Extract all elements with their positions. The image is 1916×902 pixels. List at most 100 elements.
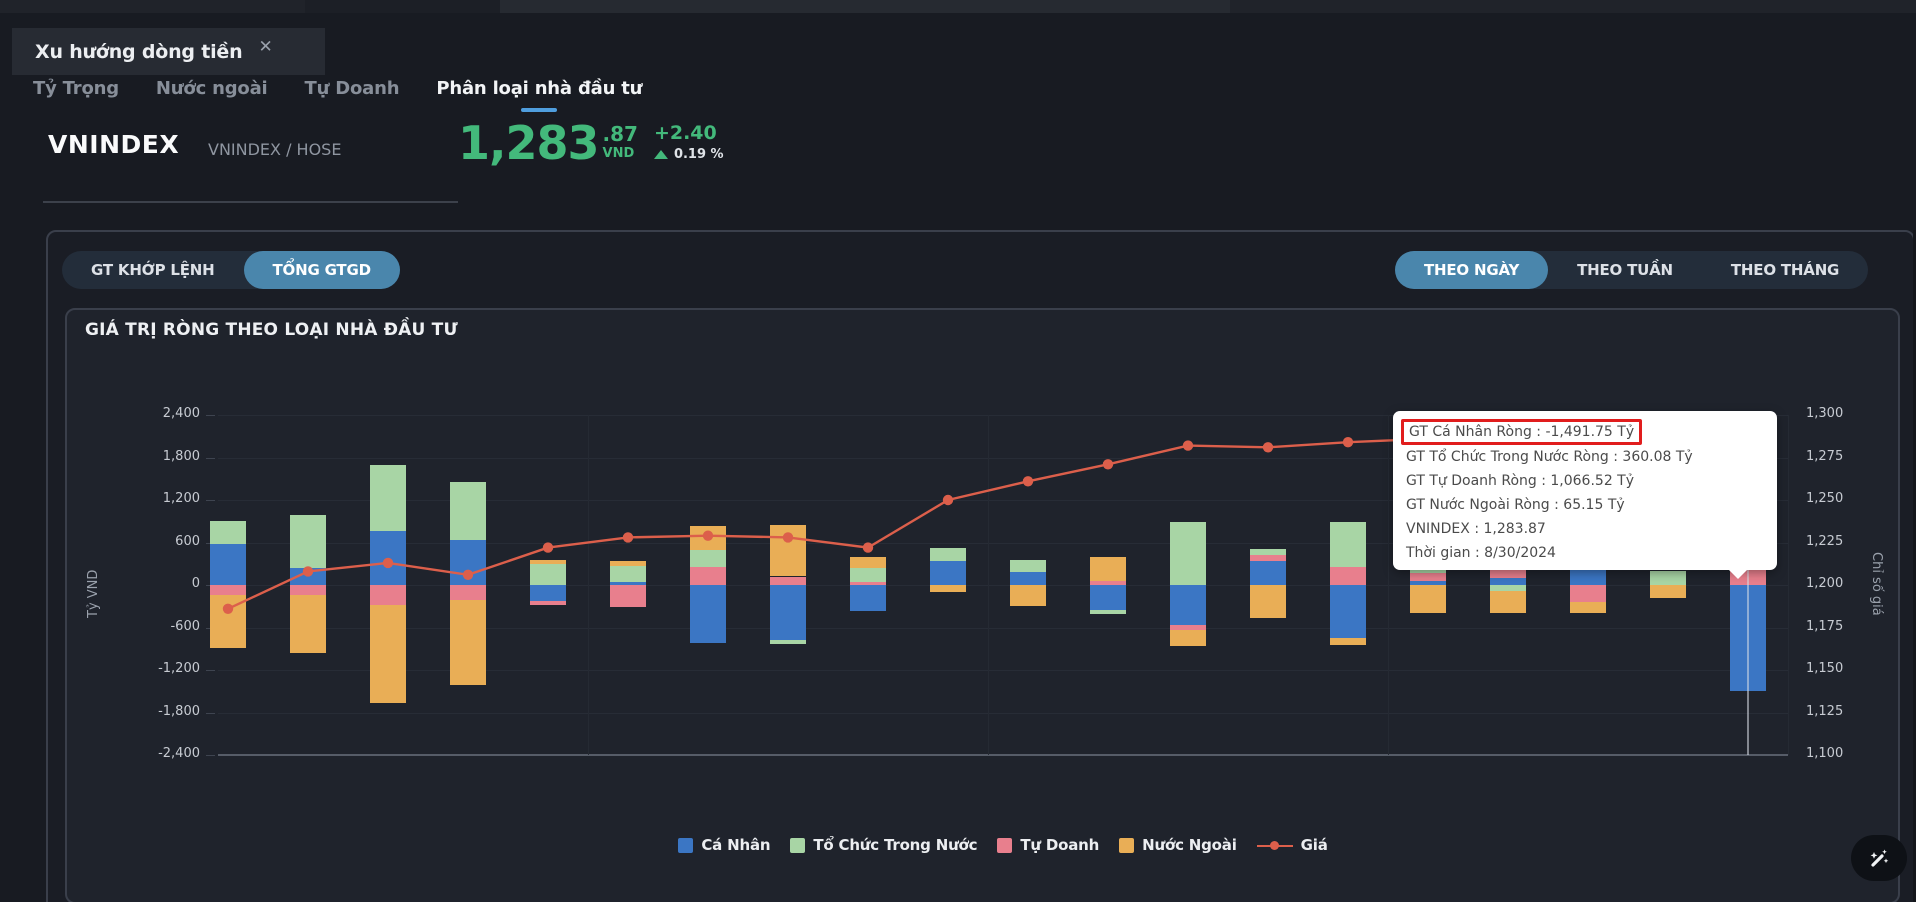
bar-segment-tổ-chức-trong-nước[interactable]: [1250, 548, 1286, 556]
bar-segment-tổ-chức-trong-nước[interactable]: [1010, 559, 1046, 572]
bar-segment-tổ-chức-trong-nước[interactable]: [690, 549, 726, 567]
bar-segment-cá-nhân[interactable]: [1330, 585, 1366, 638]
bar-segment-tự-doanh[interactable]: [370, 585, 406, 605]
bar-segment-tổ-chức-trong-nước[interactable]: [930, 547, 966, 562]
bar-segment-tự-doanh[interactable]: [850, 582, 886, 585]
bar-segment-cá-nhân[interactable]: [290, 568, 326, 585]
bar-segment-tự-doanh[interactable]: [1250, 555, 1286, 562]
y-axis-label-left: 0: [191, 576, 200, 591]
y-axis-title-left: Tỷ VND: [86, 569, 101, 618]
vertical-gridline: [1388, 415, 1389, 755]
legend-item-2[interactable]: Tổ Chức Trong Nước: [790, 836, 978, 854]
bar-segment-nước-ngoài[interactable]: [290, 594, 326, 653]
bar-segment-tổ-chức-trong-nước[interactable]: [1330, 522, 1366, 568]
bar-segment-nước-ngoài[interactable]: [1410, 585, 1446, 614]
bar-segment-tổ-chức-trong-nước[interactable]: [450, 482, 486, 540]
magic-wand-button[interactable]: [1851, 835, 1907, 881]
bar-segment-cá-nhân[interactable]: [1490, 577, 1526, 585]
bar-segment-tự-doanh[interactable]: [1090, 580, 1126, 585]
bar-segment-tổ-chức-trong-nước[interactable]: [850, 568, 886, 583]
bar-segment-cá-nhân[interactable]: [370, 531, 406, 585]
bar-segment-cá-nhân[interactable]: [850, 585, 886, 612]
tooltip-row-5: VNINDEX : 1,283.87: [1406, 521, 1546, 537]
legend-item-3[interactable]: Tự Doanh: [997, 836, 1099, 854]
y-axis-label-right: 1,100: [1806, 746, 1844, 761]
magic-wand-icon: [1870, 849, 1889, 867]
y-axis-label-left: 1,800: [162, 448, 200, 464]
legend-item-price-line[interactable]: Giá: [1256, 836, 1328, 854]
bar-segment-nước-ngoài[interactable]: [690, 525, 726, 550]
bar-segment-tổ-chức-trong-nước[interactable]: [1090, 609, 1126, 615]
bar-segment-nước-ngoài[interactable]: [1330, 637, 1366, 645]
x-axis-line: [218, 754, 1788, 756]
bar-segment-tự-doanh[interactable]: [770, 576, 806, 585]
bar-segment-tổ-chức-trong-nước[interactable]: [530, 564, 566, 585]
y-axis-label-left: -1,800: [158, 703, 200, 719]
bar-segment-cá-nhân[interactable]: [1090, 585, 1126, 610]
bar-segment-tự-doanh[interactable]: [690, 566, 726, 585]
bar-segment-tổ-chức-trong-nước[interactable]: [370, 464, 406, 532]
bar-segment-nước-ngoài[interactable]: [930, 585, 966, 593]
bar-segment-nước-ngoài[interactable]: [1090, 557, 1126, 581]
legend-item-4[interactable]: Nước Ngoài: [1119, 836, 1237, 854]
bar-segment-tổ-chức-trong-nước[interactable]: [770, 640, 806, 644]
bar-segment-nước-ngoài[interactable]: [1170, 630, 1206, 647]
y-axis-tick: [206, 712, 215, 714]
bar-segment-cá-nhân[interactable]: [1250, 561, 1286, 585]
bar-segment-nước-ngoài[interactable]: [610, 560, 646, 566]
price-line-point: [1262, 442, 1274, 453]
bar-segment-tự-doanh[interactable]: [450, 585, 486, 600]
bar-segment-tự-doanh[interactable]: [1330, 567, 1366, 585]
y-axis-label-right: 1,175: [1806, 618, 1844, 634]
legend-item-1[interactable]: Cá Nhân: [678, 836, 771, 854]
bar-segment-nước-ngoài[interactable]: [1250, 585, 1286, 618]
bar-segment-tổ-chức-trong-nước[interactable]: [610, 565, 646, 583]
bar-segment-tự-doanh[interactable]: [1410, 572, 1446, 582]
bar-segment-tự-doanh[interactable]: [610, 585, 646, 607]
bar-segment-cá-nhân[interactable]: [450, 539, 486, 585]
bar-segment-tổ-chức-trong-nước[interactable]: [1170, 522, 1206, 585]
bar-segment-tổ-chức-trong-nước[interactable]: [210, 520, 246, 544]
price-line-point: [1022, 476, 1034, 487]
bar-segment-tổ-chức-trong-nước[interactable]: [1650, 570, 1686, 585]
bar-segment-cá-nhân[interactable]: [690, 585, 726, 644]
bar-segment-nước-ngoài[interactable]: [850, 557, 886, 568]
bar-segment-tự-doanh[interactable]: [210, 585, 246, 595]
price-line-point: [542, 542, 554, 553]
bar-segment-cá-nhân[interactable]: [530, 585, 566, 602]
bar-segment-nước-ngoài[interactable]: [1570, 602, 1606, 613]
price-line-point: [1182, 440, 1194, 451]
bar-segment-tự-doanh[interactable]: [290, 585, 326, 595]
bar-segment-nước-ngoài[interactable]: [1010, 585, 1046, 607]
bar-segment-tự-doanh[interactable]: [1570, 585, 1606, 602]
bar-segment-nước-ngoài[interactable]: [1650, 585, 1686, 599]
vertical-gridline: [1788, 415, 1789, 755]
bar-segment-cá-nhân[interactable]: [1010, 571, 1046, 585]
legend-label: Tổ Chức Trong Nước: [813, 836, 978, 854]
bar-segment-nước-ngoài[interactable]: [1490, 591, 1526, 613]
y-axis-label-left: -600: [170, 618, 200, 634]
legend-line-glyph: [1256, 840, 1293, 850]
bar-segment-cá-nhân[interactable]: [770, 585, 806, 641]
price-line-point: [1102, 459, 1114, 470]
vertical-gridline: [588, 415, 589, 755]
y-axis-label-left: -2,400: [158, 746, 200, 761]
bar-segment-cá-nhân[interactable]: [1170, 585, 1206, 626]
bar-segment-nước-ngoài[interactable]: [370, 604, 406, 704]
bar-segment-nước-ngoài[interactable]: [450, 599, 486, 685]
bar-segment-tự-doanh[interactable]: [530, 601, 566, 605]
bar-segment-tổ-chức-trong-nước[interactable]: [290, 514, 326, 568]
tooltip-row-4: GT Nước Ngoài Ròng : 65.15 Tỷ: [1406, 497, 1625, 513]
bar-segment-nước-ngoài[interactable]: [210, 594, 246, 649]
bar-segment-cá-nhân[interactable]: [210, 543, 246, 585]
bar-segment-nước-ngoài[interactable]: [530, 560, 566, 565]
y-axis-tick: [206, 755, 215, 756]
tooltip-caret: [1729, 570, 1747, 579]
bar-segment-cá-nhân[interactable]: [930, 561, 966, 585]
legend-swatch: [678, 837, 694, 853]
y-axis-tick: [206, 670, 215, 671]
y-axis-label-left: 600: [175, 533, 200, 549]
y-axis-tick: [206, 415, 215, 416]
bar-segment-cá-nhân[interactable]: [1570, 570, 1606, 585]
bar-segment-nước-ngoài[interactable]: [770, 524, 806, 577]
